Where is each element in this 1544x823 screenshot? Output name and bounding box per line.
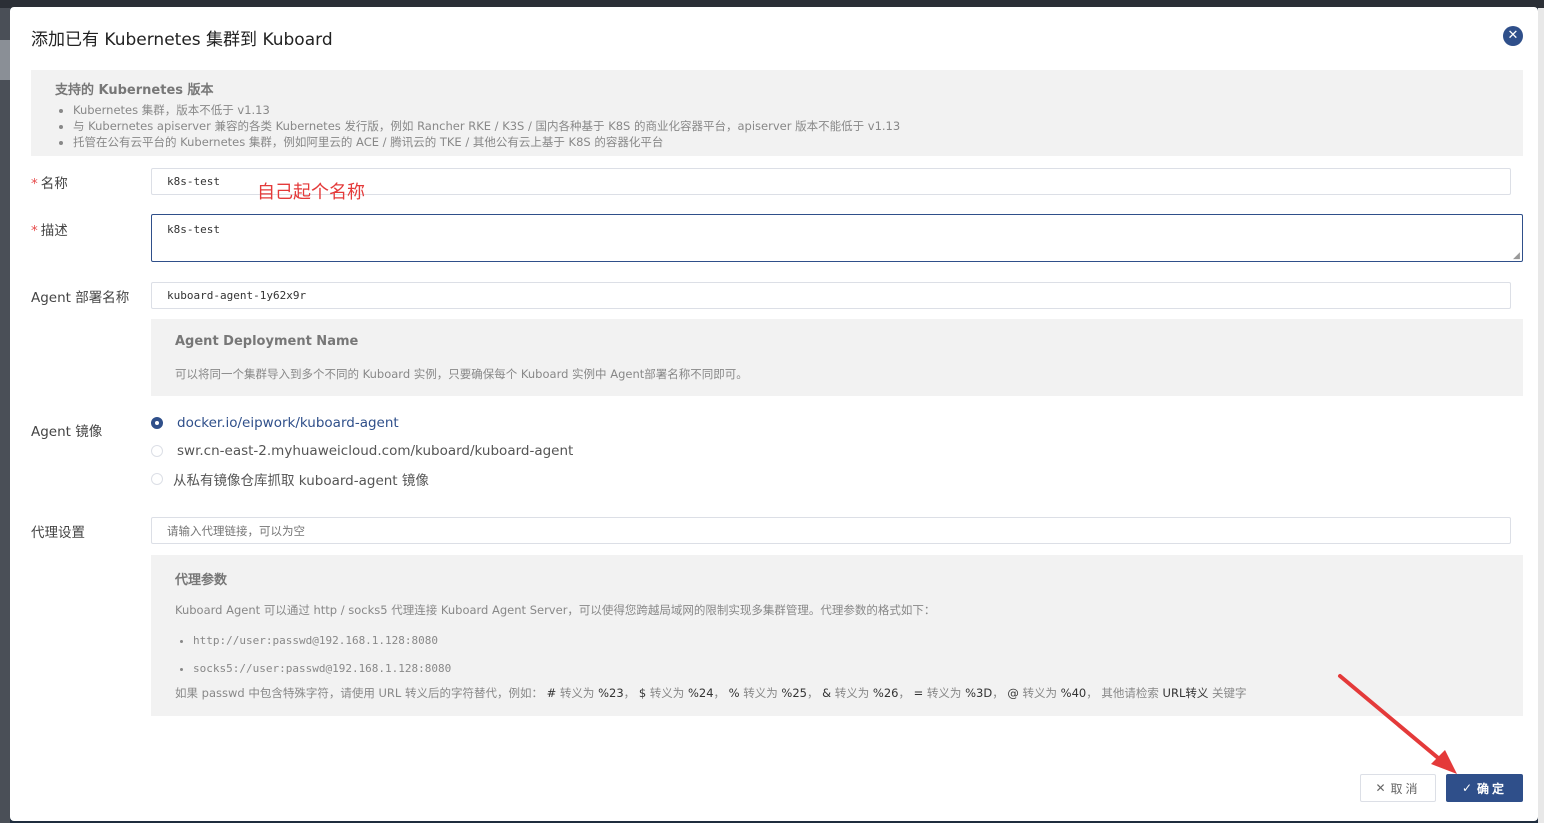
escape-sep: ， [806,686,819,700]
escape-sep: ， [898,686,910,700]
escape-mid: 转义为 [556,686,599,700]
image-option-huawei[interactable]: swr.cn-east-2.myhuaweicloud.com/kuboard/… [151,441,573,461]
agent-name-input[interactable] [151,282,1511,309]
proxy-hint-box: 代理参数 Kuboard Agent 可以通过 http / socks5 代理… [151,555,1523,716]
agent-hint-title: Agent Deployment Name [175,334,359,349]
agent-name-label: Agent 部署名称 [31,290,130,306]
cancel-button-label: 取消 [1390,781,1421,796]
radio-unchecked-icon[interactable] [151,445,163,457]
close-icon: ✕ [1375,781,1389,795]
red-arrow-annotation [1338,674,1457,774]
list-item: 与 Kubernetes apiserver 兼容的各类 Kubernetes … [73,118,900,134]
radio-checked-icon[interactable] [151,417,163,429]
escape-mid: 转义为 [831,686,873,700]
proxy-examples-list: http://user:passwd@192.168.1.128:8080 so… [175,627,451,683]
escape-code: %26 [872,686,899,700]
backdrop-right-edge [1538,8,1544,823]
agent-hint-text: 可以将同一个集群导入到多个不同的 Kuboard 实例，只要确保每个 Kuboa… [175,367,748,381]
escape-code: %24 [687,686,714,700]
escape-mid: 转义为 [1018,686,1061,700]
escape-char: = [913,686,924,700]
proxy-input[interactable] [151,517,1511,544]
escape-sep: ， [992,686,1004,700]
image-option-docker[interactable]: docker.io/eipwork/kuboard-agent [151,413,399,433]
proxy-hint-title: 代理参数 [175,573,228,588]
radio-unchecked-icon[interactable] [151,473,163,485]
description-label: * 描述 [31,219,68,239]
agent-image-label: Agent 镜像 [31,424,103,440]
escape-note-prefix: 如果 passwd 中包含特殊字符，请使用 URL 转义后的字符替代，例如： [175,686,543,700]
escape-sep: ， [623,686,636,700]
escape-suffix-pre: 其他请检索 [1101,686,1163,700]
close-button[interactable]: ✕ [1503,26,1523,46]
image-option-private[interactable]: 从私有镜像仓库抓取 kuboard-agent 镜像 [151,469,429,489]
list-item: http://user:passwd@192.168.1.128:8080 [193,627,451,655]
escape-code: %40 [1060,686,1087,700]
escape-sep: ， [713,686,726,700]
resize-handle-icon[interactable]: ◢ [1513,252,1522,261]
proxy-hint-text: Kuboard Agent 可以通过 http / socks5 代理连接 Ku… [175,603,936,617]
escape-suffix-post: 关键字 [1208,686,1247,700]
supported-versions-box: 支持的 Kubernetes 版本 Kubernetes 集群，版本不低于 v1… [31,70,1523,156]
escape-mid: 转义为 [923,686,966,700]
escape-char: # [546,686,557,700]
escape-code: %23 [598,686,624,700]
dialog-title: 添加已有 Kubernetes 集群到 Kuboard [31,30,333,50]
name-label: * 名称 [31,172,68,192]
escape-mid: 转义为 [646,686,688,700]
list-item: socks5://user:passwd@192.168.1.128:8080 [193,655,451,683]
supported-versions-list: Kubernetes 集群，版本不低于 v1.13 与 Kubernetes a… [55,102,900,150]
required-mark: * [31,223,38,239]
escape-code: %3D [965,686,993,700]
escape-note: 如果 passwd 中包含特殊字符，请使用 URL 转义后的字符替代，例如： #… [175,685,1247,701]
proxy-label: 代理设置 [31,525,85,541]
escape-char: & [822,686,832,700]
cancel-button[interactable]: ✕ 取消 [1360,774,1436,802]
image-option-label: 从私有镜像仓库抓取 kuboard-agent 镜像 [173,473,429,489]
close-icon: ✕ [1507,28,1519,43]
escape-suffix-key: URL转义 [1162,686,1209,700]
escape-char: % [728,686,740,700]
escape-code: %25 [781,686,807,700]
agent-name-hint: Agent Deployment Name 可以将同一个集群导入到多个不同的 K… [151,319,1523,396]
list-item: 托管在公有云平台的 Kubernetes 集群，例如阿里云的 ACE / 腾讯云… [73,134,900,150]
name-label-text: 名称 [40,176,68,192]
confirm-button[interactable]: ✓ 确定 [1446,774,1523,802]
description-label-text: 描述 [40,223,68,239]
add-cluster-dialog: 添加已有 Kubernetes 集群到 Kuboard ✕ 支持的 Kubern… [10,7,1538,821]
required-mark: * [31,176,38,192]
list-item: Kubernetes 集群，版本不低于 v1.13 [73,102,900,118]
name-annotation: 自己起个名称 [257,182,365,203]
escape-sep: ， [1086,686,1098,700]
confirm-button-label: 确定 [1477,781,1508,796]
backdrop-sidebar [0,8,10,823]
escape-mid: 转义为 [739,686,782,700]
description-textarea[interactable]: k8s-test [151,214,1523,262]
check-icon: ✓ [1461,781,1476,795]
backdrop-sidebar-highlight [0,40,10,80]
escape-char: @ [1007,686,1019,700]
image-option-label: swr.cn-east-2.myhuaweicloud.com/kuboard/… [177,443,574,459]
supported-versions-title: 支持的 Kubernetes 版本 [55,83,214,98]
image-option-label: docker.io/eipwork/kuboard-agent [177,415,399,431]
